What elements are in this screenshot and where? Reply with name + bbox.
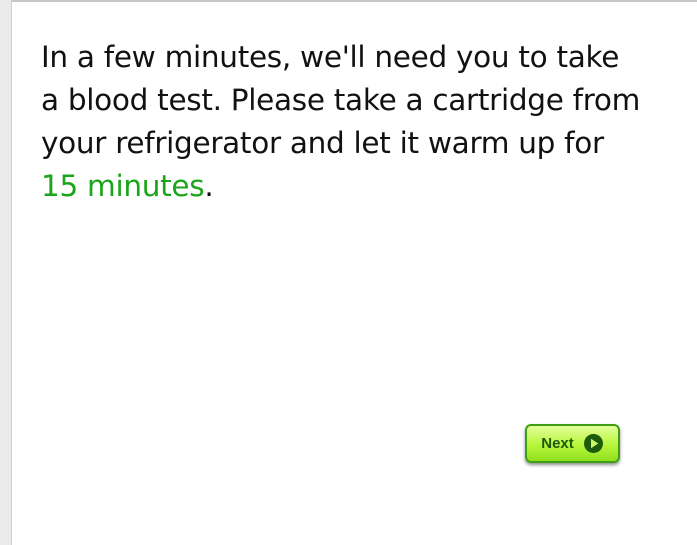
play-circle-icon bbox=[583, 434, 603, 453]
duration-highlight: 15 minutes bbox=[41, 169, 205, 203]
instruction-period: . bbox=[204, 169, 214, 203]
next-button[interactable]: Next bbox=[525, 424, 620, 463]
window-left-border bbox=[0, 0, 12, 545]
instruction-text: In a few minutes, we'll need you to take… bbox=[41, 40, 641, 160]
app-window: In a few minutes, we'll need you to take… bbox=[0, 0, 697, 545]
instruction-message: In a few minutes, we'll need you to take… bbox=[41, 36, 641, 208]
next-button-label: Next bbox=[541, 435, 574, 452]
window-top-border bbox=[0, 0, 697, 2]
